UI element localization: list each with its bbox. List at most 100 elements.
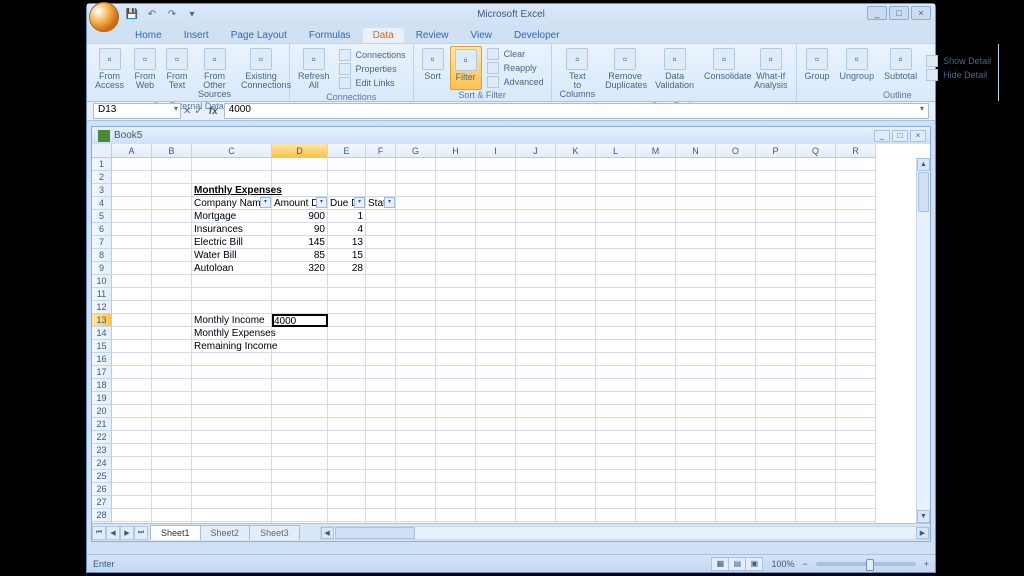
cell-D10[interactable] (272, 275, 328, 288)
vertical-scrollbar[interactable]: ▲ ▼ (916, 158, 930, 523)
column-header-L[interactable]: L (596, 144, 636, 158)
redo-icon[interactable]: ↷ (165, 8, 179, 22)
filter-dropdown-icon[interactable]: ▾ (316, 197, 327, 208)
cell-A27[interactable] (112, 496, 152, 509)
cell-E20[interactable] (328, 405, 366, 418)
cell-R4[interactable] (836, 197, 876, 210)
cell-L16[interactable] (596, 353, 636, 366)
cell-B5[interactable] (152, 210, 192, 223)
cell-B11[interactable] (152, 288, 192, 301)
cell-R15[interactable] (836, 340, 876, 353)
cell-B12[interactable] (152, 301, 192, 314)
scroll-down-icon[interactable]: ▼ (917, 510, 930, 523)
column-header-P[interactable]: P (756, 144, 796, 158)
cell-D17[interactable] (272, 366, 328, 379)
row-header-7[interactable]: 7 (92, 236, 112, 249)
column-header-G[interactable]: G (396, 144, 436, 158)
cell-O26[interactable] (716, 483, 756, 496)
ribbon-tab-developer[interactable]: Developer (504, 28, 570, 43)
cell-C13[interactable]: Monthly Income (192, 314, 272, 327)
cell-A15[interactable] (112, 340, 152, 353)
cell-E1[interactable] (328, 158, 366, 171)
cell-G23[interactable] (396, 444, 436, 457)
cell-G6[interactable] (396, 223, 436, 236)
cell-C2[interactable] (192, 171, 272, 184)
cell-F15[interactable] (366, 340, 396, 353)
column-header-H[interactable]: H (436, 144, 476, 158)
cell-Q9[interactable] (796, 262, 836, 275)
cell-L25[interactable] (596, 470, 636, 483)
cell-A5[interactable] (112, 210, 152, 223)
cell-E25[interactable] (328, 470, 366, 483)
cell-G17[interactable] (396, 366, 436, 379)
cell-R19[interactable] (836, 392, 876, 405)
cell-J17[interactable] (516, 366, 556, 379)
cell-P22[interactable] (756, 431, 796, 444)
cell-B1[interactable] (152, 158, 192, 171)
cell-D20[interactable] (272, 405, 328, 418)
cell-M19[interactable] (636, 392, 676, 405)
cell-E24[interactable] (328, 457, 366, 470)
row-header-26[interactable]: 26 (92, 483, 112, 496)
cell-H12[interactable] (436, 301, 476, 314)
cell-K12[interactable] (556, 301, 596, 314)
cell-J25[interactable] (516, 470, 556, 483)
cell-P20[interactable] (756, 405, 796, 418)
cell-I12[interactable] (476, 301, 516, 314)
cell-O21[interactable] (716, 418, 756, 431)
cell-G10[interactable] (396, 275, 436, 288)
cell-D6[interactable]: 90 (272, 223, 328, 236)
cell-K3[interactable] (556, 184, 596, 197)
cell-P14[interactable] (756, 327, 796, 340)
cell-I9[interactable] (476, 262, 516, 275)
cell-D23[interactable] (272, 444, 328, 457)
cell-A8[interactable] (112, 249, 152, 262)
cell-Q28[interactable] (796, 509, 836, 522)
cell-O10[interactable] (716, 275, 756, 288)
cell-R13[interactable] (836, 314, 876, 327)
cell-E13[interactable] (328, 314, 366, 327)
advanced-button[interactable]: Advanced (484, 75, 547, 89)
cell-O16[interactable] (716, 353, 756, 366)
cell-B6[interactable] (152, 223, 192, 236)
cell-B15[interactable] (152, 340, 192, 353)
cell-D11[interactable] (272, 288, 328, 301)
cell-R18[interactable] (836, 379, 876, 392)
cell-I10[interactable] (476, 275, 516, 288)
cell-C1[interactable] (192, 158, 272, 171)
cell-I25[interactable] (476, 470, 516, 483)
cell-R9[interactable] (836, 262, 876, 275)
tab-nav-first-icon[interactable]: ⏮ (92, 526, 106, 540)
cell-M27[interactable] (636, 496, 676, 509)
cell-K28[interactable] (556, 509, 596, 522)
cell-Q5[interactable] (796, 210, 836, 223)
row-header-21[interactable]: 21 (92, 418, 112, 431)
cell-P23[interactable] (756, 444, 796, 457)
cell-K9[interactable] (556, 262, 596, 275)
group-button[interactable]: ▫Group (801, 46, 834, 90)
from-web-button[interactable]: ▫FromWeb (130, 46, 160, 101)
cell-E19[interactable] (328, 392, 366, 405)
cell-Q8[interactable] (796, 249, 836, 262)
cell-M6[interactable] (636, 223, 676, 236)
cell-J1[interactable] (516, 158, 556, 171)
cell-R7[interactable] (836, 236, 876, 249)
cell-F21[interactable] (366, 418, 396, 431)
cell-Q13[interactable] (796, 314, 836, 327)
cell-H6[interactable] (436, 223, 476, 236)
cell-R17[interactable] (836, 366, 876, 379)
text-to-columns-button[interactable]: ▫Textto Columns (556, 46, 600, 101)
cell-N24[interactable] (676, 457, 716, 470)
cell-A10[interactable] (112, 275, 152, 288)
cell-J20[interactable] (516, 405, 556, 418)
cell-H11[interactable] (436, 288, 476, 301)
row-header-28[interactable]: 28 (92, 509, 112, 522)
cell-E18[interactable] (328, 379, 366, 392)
cell-R21[interactable] (836, 418, 876, 431)
cell-O15[interactable] (716, 340, 756, 353)
row-header-13[interactable]: 13 (92, 314, 112, 327)
cell-B22[interactable] (152, 431, 192, 444)
cell-B19[interactable] (152, 392, 192, 405)
cell-G7[interactable] (396, 236, 436, 249)
cell-N17[interactable] (676, 366, 716, 379)
